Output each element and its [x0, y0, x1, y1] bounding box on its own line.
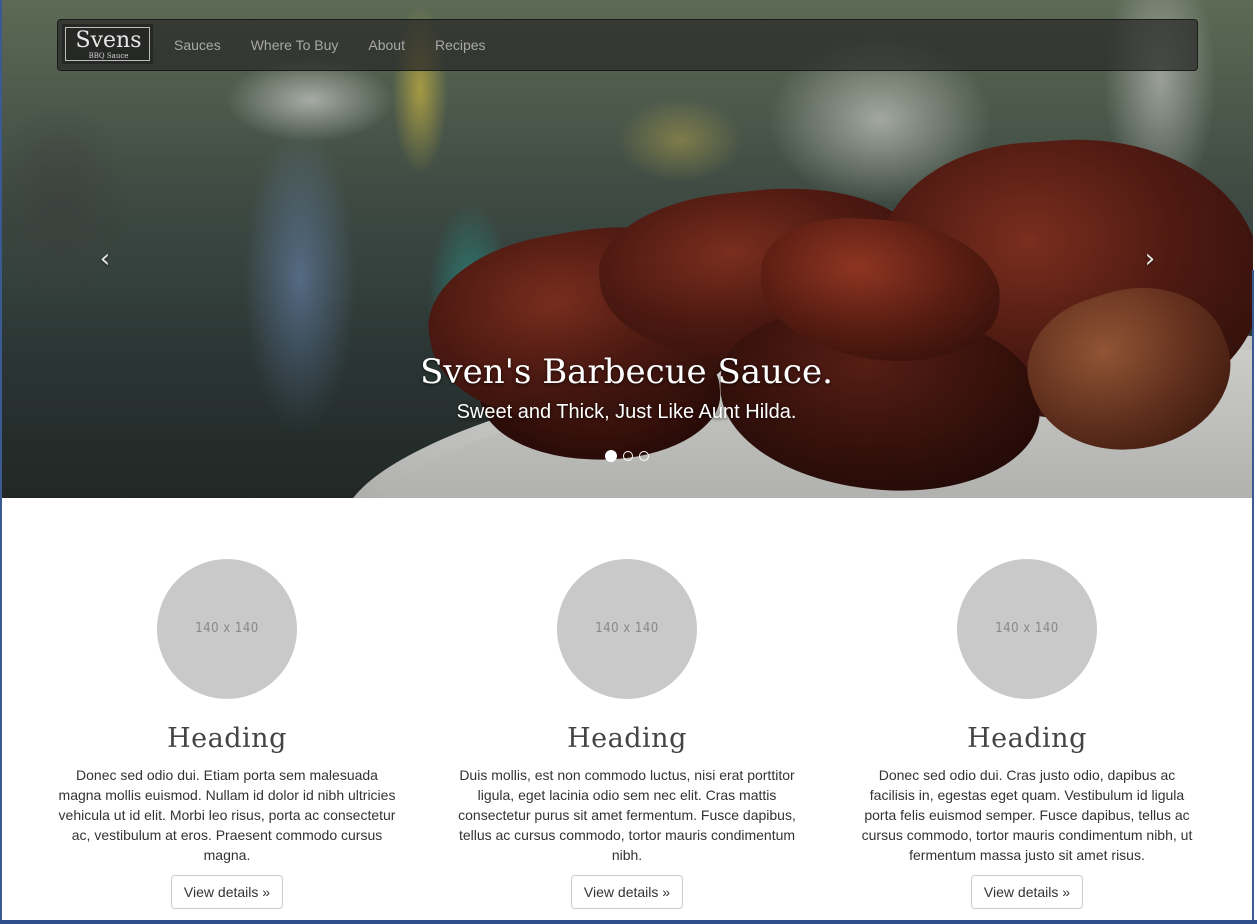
chevron-right-icon: › [1144, 244, 1156, 274]
placeholder-image: 140 x 140 [157, 559, 297, 699]
carousel-indicator-3[interactable] [638, 451, 649, 461]
marketing-column: 140 x 140 Heading Duis mollis, est non c… [447, 498, 807, 909]
carousel-title: Sven's Barbecue Sauce. [420, 352, 833, 392]
carousel-next-button[interactable]: › [1135, 244, 1165, 274]
navbar: Svens BBQ Sauce Sauces Where To Buy Abou… [57, 19, 1198, 71]
column-heading: Heading [167, 723, 287, 754]
window-frame-bottom [0, 920, 1257, 924]
brand-logo[interactable]: Svens BBQ Sauce [62, 24, 153, 64]
view-details-button[interactable]: View details » [570, 875, 684, 909]
hero-carousel: ‹ › Sven's Barbecue Sauce. Sweet and Thi… [0, 0, 1253, 498]
nav-link-where-to-buy[interactable]: Where To Buy [236, 20, 354, 70]
carousel-indicator-1[interactable] [604, 450, 617, 462]
nav-link-recipes[interactable]: Recipes [420, 20, 501, 70]
carousel-indicators [0, 450, 1253, 462]
nav-link-about[interactable]: About [353, 20, 420, 70]
column-text: Duis mollis, est non commodo luctus, nis… [458, 767, 796, 863]
column-text: Donec sed odio dui. Etiam porta sem male… [58, 767, 396, 863]
brand-logo-frame: Svens BBQ Sauce [65, 27, 150, 61]
brand-name: Svens [75, 28, 142, 53]
marketing-column: 140 x 140 Heading Donec sed odio dui. Cr… [847, 498, 1207, 909]
carousel-indicator-2[interactable] [622, 451, 633, 461]
window-frame-left [0, 0, 2, 924]
placeholder-image: 140 x 140 [957, 559, 1097, 699]
nav-links: Sauces Where To Buy About Recipes [159, 20, 501, 70]
placeholder-image: 140 x 140 [557, 559, 697, 699]
column-heading: Heading [967, 723, 1087, 754]
carousel-subtitle: Sweet and Thick, Just Like Aunt Hilda. [456, 401, 797, 423]
carousel-prev-button[interactable]: ‹ [90, 244, 120, 274]
brand-tagline: BBQ Sauce [88, 52, 129, 60]
column-heading: Heading [567, 723, 687, 754]
marketing-column: 140 x 140 Heading Donec sed odio dui. Et… [47, 498, 407, 909]
window-frame-right [1252, 270, 1254, 924]
chevron-left-icon: ‹ [99, 244, 111, 274]
view-details-button[interactable]: View details » [170, 875, 284, 909]
marketing-section: 140 x 140 Heading Donec sed odio dui. Et… [0, 498, 1253, 920]
carousel-caption: Sven's Barbecue Sauce. Sweet and Thick, … [0, 348, 1253, 426]
column-text: Donec sed odio dui. Cras justo odio, dap… [861, 767, 1193, 863]
view-details-button[interactable]: View details » [970, 875, 1084, 909]
nav-link-sauces[interactable]: Sauces [159, 20, 236, 70]
